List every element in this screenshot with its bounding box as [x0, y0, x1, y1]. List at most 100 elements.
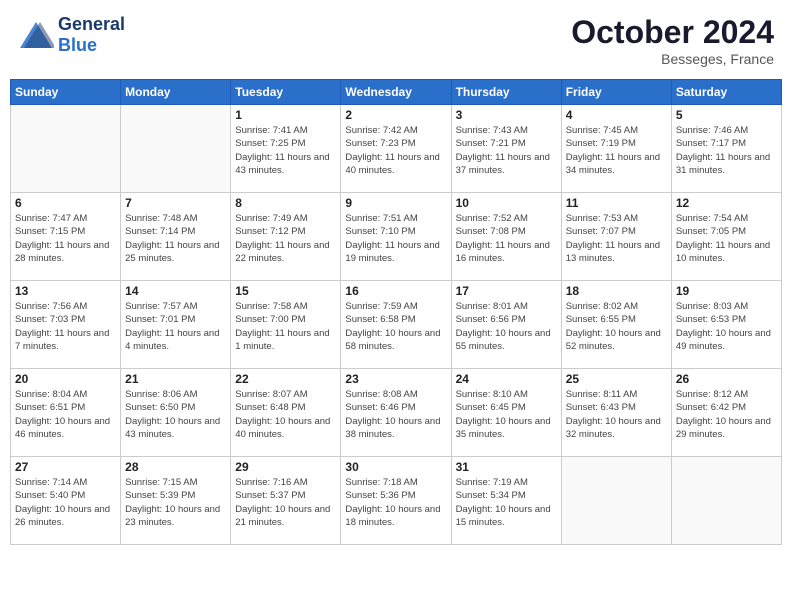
day-info: Sunrise: 8:06 AMSunset: 6:50 PMDaylight:…	[125, 388, 226, 441]
day-info: Sunrise: 7:19 AMSunset: 5:34 PMDaylight:…	[456, 476, 557, 529]
day-number: 11	[566, 196, 667, 210]
day-info: Sunrise: 7:14 AMSunset: 5:40 PMDaylight:…	[15, 476, 116, 529]
day-number: 6	[15, 196, 116, 210]
calendar-week-row: 13 Sunrise: 7:56 AMSunset: 7:03 PMDayligh…	[11, 281, 782, 369]
day-info: Sunrise: 8:08 AMSunset: 6:46 PMDaylight:…	[345, 388, 446, 441]
day-number: 12	[676, 196, 777, 210]
logo-general-text: General	[58, 14, 125, 34]
calendar-day-cell: 17 Sunrise: 8:01 AMSunset: 6:56 PMDayligh…	[451, 281, 561, 369]
calendar-day-cell: 8Sunrise: 7:49 AMSunset: 7:12 PMDaylight…	[231, 193, 341, 281]
day-number: 19	[676, 284, 777, 298]
calendar-day-cell: 5 Sunrise: 7:46 AMSunset: 7:17 PMDaylight…	[671, 105, 781, 193]
day-number: 29	[235, 460, 336, 474]
day-info: Sunrise: 7:59 AMSunset: 6:58 PMDaylight:…	[345, 300, 446, 353]
weekday-header-row: SundayMondayTuesdayWednesdayThursdayFrid…	[11, 80, 782, 105]
calendar-day-cell: 25Sunrise: 8:11 AMSunset: 6:43 PMDayligh…	[561, 369, 671, 457]
day-number: 7	[125, 196, 226, 210]
day-number: 9	[345, 196, 446, 210]
calendar-day-cell: 22 Sunrise: 8:07 AMSunset: 6:48 PMDayligh…	[231, 369, 341, 457]
day-number: 15	[235, 284, 336, 298]
calendar-day-cell: 16 Sunrise: 7:59 AMSunset: 6:58 PMDayligh…	[341, 281, 451, 369]
day-info: Sunrise: 7:58 AMSunset: 7:00 PMDaylight:…	[235, 300, 336, 353]
day-info: Sunrise: 8:10 AMSunset: 6:45 PMDaylight:…	[456, 388, 557, 441]
day-number: 17	[456, 284, 557, 298]
day-number: 31	[456, 460, 557, 474]
day-number: 22	[235, 372, 336, 386]
day-number: 2	[345, 108, 446, 122]
day-info: Sunrise: 8:12 AMSunset: 6:42 PMDaylight:…	[676, 388, 777, 441]
calendar-day-cell: 21 Sunrise: 8:06 AMSunset: 6:50 PMDayligh…	[121, 369, 231, 457]
day-number: 25	[566, 372, 667, 386]
weekday-header-monday: Monday	[121, 80, 231, 105]
day-number: 4	[566, 108, 667, 122]
logo: General Blue	[18, 14, 125, 56]
day-info: Sunrise: 7:45 AMSunset: 7:19 PMDaylight:…	[566, 124, 667, 177]
day-number: 10	[456, 196, 557, 210]
month-title-block: October 2024 Besseges, France	[571, 14, 774, 67]
day-number: 27	[15, 460, 116, 474]
day-info: Sunrise: 7:43 AMSunset: 7:21 PMDaylight:…	[456, 124, 557, 177]
day-info: Sunrise: 7:18 AMSunset: 5:36 PMDaylight:…	[345, 476, 446, 529]
calendar-day-cell: 7 Sunrise: 7:48 AMSunset: 7:14 PMDaylight…	[121, 193, 231, 281]
day-info: Sunrise: 8:01 AMSunset: 6:56 PMDaylight:…	[456, 300, 557, 353]
day-info: Sunrise: 8:07 AMSunset: 6:48 PMDaylight:…	[235, 388, 336, 441]
day-info: Sunrise: 7:41 AMSunset: 7:25 PMDaylight:…	[235, 124, 336, 177]
day-info: Sunrise: 8:04 AMSunset: 6:51 PMDaylight:…	[15, 388, 116, 441]
day-number: 5	[676, 108, 777, 122]
calendar-day-cell: 18Sunrise: 8:02 AMSunset: 6:55 PMDayligh…	[561, 281, 671, 369]
calendar-day-cell	[561, 457, 671, 545]
calendar-day-cell: 11 Sunrise: 7:53 AMSunset: 7:07 PMDayligh…	[561, 193, 671, 281]
weekday-header-saturday: Saturday	[671, 80, 781, 105]
calendar-day-cell: 19 Sunrise: 8:03 AMSunset: 6:53 PMDayligh…	[671, 281, 781, 369]
calendar-table: SundayMondayTuesdayWednesdayThursdayFrid…	[10, 79, 782, 545]
day-info: Sunrise: 7:52 AMSunset: 7:08 PMDaylight:…	[456, 212, 557, 265]
day-info: Sunrise: 8:03 AMSunset: 6:53 PMDaylight:…	[676, 300, 777, 353]
calendar-day-cell	[11, 105, 121, 193]
calendar-day-cell: 14Sunrise: 7:57 AMSunset: 7:01 PMDayligh…	[121, 281, 231, 369]
calendar-day-cell: 12 Sunrise: 7:54 AMSunset: 7:05 PMDayligh…	[671, 193, 781, 281]
calendar-day-cell: 30 Sunrise: 7:18 AMSunset: 5:36 PMDayligh…	[341, 457, 451, 545]
calendar-day-cell	[121, 105, 231, 193]
day-number: 16	[345, 284, 446, 298]
logo-blue-text: Blue	[58, 35, 97, 55]
day-info: Sunrise: 7:54 AMSunset: 7:05 PMDaylight:…	[676, 212, 777, 265]
weekday-header-thursday: Thursday	[451, 80, 561, 105]
day-number: 24	[456, 372, 557, 386]
day-info: Sunrise: 7:48 AMSunset: 7:14 PMDaylight:…	[125, 212, 226, 265]
day-info: Sunrise: 7:51 AMSunset: 7:10 PMDaylight:…	[345, 212, 446, 265]
day-info: Sunrise: 7:56 AMSunset: 7:03 PMDaylight:…	[15, 300, 116, 353]
calendar-day-cell: 15 Sunrise: 7:58 AMSunset: 7:00 PMDayligh…	[231, 281, 341, 369]
day-info: Sunrise: 7:53 AMSunset: 7:07 PMDaylight:…	[566, 212, 667, 265]
calendar-week-row: 6 Sunrise: 7:47 AMSunset: 7:15 PMDaylight…	[11, 193, 782, 281]
day-number: 30	[345, 460, 446, 474]
calendar-day-cell: 2 Sunrise: 7:42 AMSunset: 7:23 PMDaylight…	[341, 105, 451, 193]
calendar-day-cell: 6 Sunrise: 7:47 AMSunset: 7:15 PMDaylight…	[11, 193, 121, 281]
calendar-day-cell: 23 Sunrise: 8:08 AMSunset: 6:46 PMDayligh…	[341, 369, 451, 457]
calendar-day-cell: 3Sunrise: 7:43 AMSunset: 7:21 PMDaylight…	[451, 105, 561, 193]
calendar-week-row: 27 Sunrise: 7:14 AMSunset: 5:40 PMDayligh…	[11, 457, 782, 545]
location-subtitle: Besseges, France	[571, 51, 774, 67]
day-info: Sunrise: 8:02 AMSunset: 6:55 PMDaylight:…	[566, 300, 667, 353]
day-info: Sunrise: 7:42 AMSunset: 7:23 PMDaylight:…	[345, 124, 446, 177]
day-info: Sunrise: 7:49 AMSunset: 7:12 PMDaylight:…	[235, 212, 336, 265]
weekday-header-tuesday: Tuesday	[231, 80, 341, 105]
day-info: Sunrise: 7:46 AMSunset: 7:17 PMDaylight:…	[676, 124, 777, 177]
day-number: 23	[345, 372, 446, 386]
calendar-day-cell	[671, 457, 781, 545]
calendar-week-row: 1 Sunrise: 7:41 AMSunset: 7:25 PMDaylight…	[11, 105, 782, 193]
calendar-day-cell: 9 Sunrise: 7:51 AMSunset: 7:10 PMDaylight…	[341, 193, 451, 281]
calendar-day-cell: 29Sunrise: 7:16 AMSunset: 5:37 PMDayligh…	[231, 457, 341, 545]
weekday-header-sunday: Sunday	[11, 80, 121, 105]
calendar-day-cell: 24 Sunrise: 8:10 AMSunset: 6:45 PMDayligh…	[451, 369, 561, 457]
day-info: Sunrise: 7:15 AMSunset: 5:39 PMDaylight:…	[125, 476, 226, 529]
calendar-day-cell: 28 Sunrise: 7:15 AMSunset: 5:39 PMDayligh…	[121, 457, 231, 545]
calendar-day-cell: 26Sunrise: 8:12 AMSunset: 6:42 PMDayligh…	[671, 369, 781, 457]
day-number: 1	[235, 108, 336, 122]
calendar-day-cell: 20Sunrise: 8:04 AMSunset: 6:51 PMDayligh…	[11, 369, 121, 457]
calendar-day-cell: 10 Sunrise: 7:52 AMSunset: 7:08 PMDayligh…	[451, 193, 561, 281]
day-number: 21	[125, 372, 226, 386]
weekday-header-friday: Friday	[561, 80, 671, 105]
day-number: 13	[15, 284, 116, 298]
day-info: Sunrise: 7:47 AMSunset: 7:15 PMDaylight:…	[15, 212, 116, 265]
day-number: 28	[125, 460, 226, 474]
